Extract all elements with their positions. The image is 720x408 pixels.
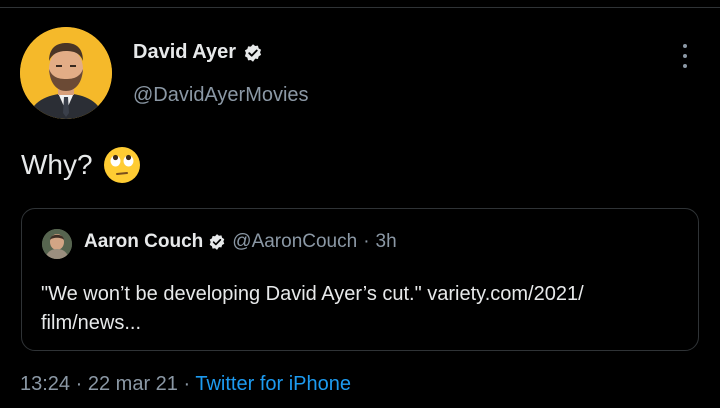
quoted-tweet-time[interactable]: 3h	[376, 231, 397, 253]
top-divider	[0, 7, 720, 8]
quoted-author-handle[interactable]: @AaronCouch	[232, 231, 357, 253]
tweet-text: Why?	[21, 146, 141, 184]
quoted-tweet-text: "We won’t be developing David Ayer’s cut…	[41, 280, 691, 338]
author-name[interactable]: David Ayer	[133, 41, 236, 64]
quoted-author-avatar[interactable]	[42, 229, 72, 259]
author-handle[interactable]: @DavidAyerMovies	[133, 84, 309, 107]
tweet-text-body: Why?	[21, 149, 93, 180]
verified-badge-icon	[244, 43, 262, 62]
quoted-tweet-header: Aaron Couch @AaronCouch · 3h	[84, 231, 397, 253]
quoted-separator: ·	[363, 231, 370, 252]
avatar-illustration	[20, 27, 112, 119]
quoted-text-line-2: film/news...	[41, 312, 142, 334]
author-avatar[interactable]	[20, 27, 112, 119]
quoted-tweet-card[interactable]: Aaron Couch @AaronCouch · 3h "We won’t b…	[21, 208, 699, 351]
face-with-rolling-eyes-icon	[103, 147, 140, 183]
more-options-icon[interactable]	[676, 44, 694, 68]
tweet-meta: 13:24 · 22 mar 21 · Twitter for iPhone	[20, 373, 351, 396]
tweet-time: 13:24	[20, 373, 71, 395]
quoted-text-line-1: "We won’t be developing David Ayer’s cut…	[41, 283, 584, 305]
meta-separator-2: ·	[183, 373, 191, 395]
meta-separator-1: ·	[75, 373, 83, 395]
quoted-avatar-illustration	[42, 229, 72, 259]
tweet-source-link[interactable]: Twitter for iPhone	[195, 373, 351, 395]
quoted-author-name[interactable]: Aaron Couch	[84, 231, 203, 253]
tweet-date: 22 mar 21	[87, 373, 178, 395]
author-name-row[interactable]: David Ayer	[133, 41, 263, 64]
quoted-verified-badge-icon	[210, 234, 225, 250]
